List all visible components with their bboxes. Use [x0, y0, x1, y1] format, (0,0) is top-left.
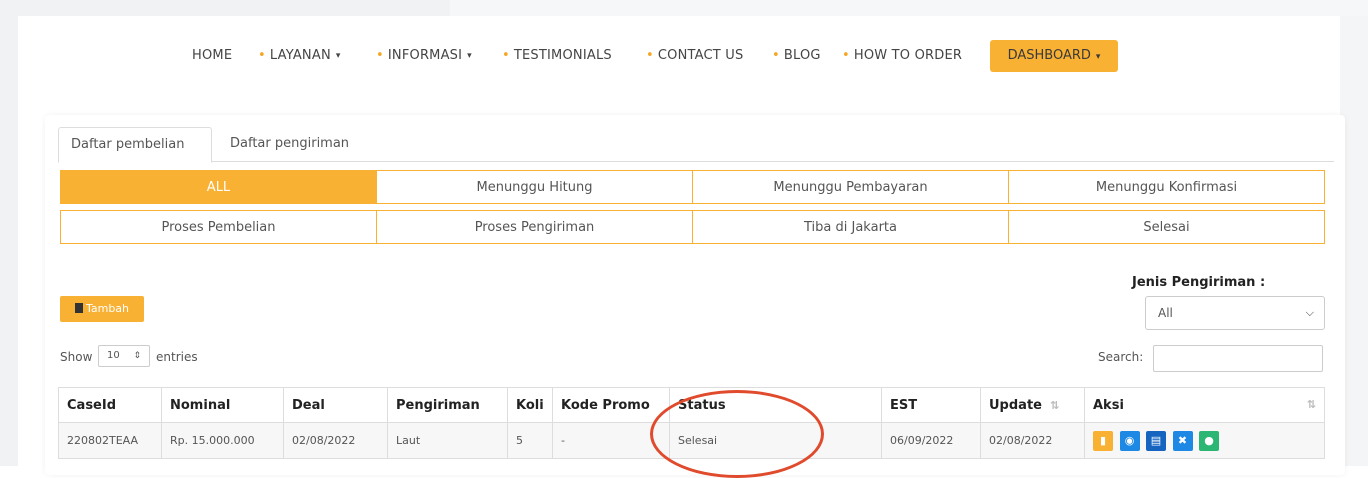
filter-tiba-di-jakarta[interactable]: Tiba di Jakarta: [692, 210, 1009, 244]
top-band-light: [450, 0, 1368, 16]
nav-blog[interactable]: • BLOG: [772, 48, 821, 63]
tambah-button[interactable]: Tambah: [60, 296, 144, 322]
edit-button[interactable]: ✖: [1172, 430, 1193, 451]
col-caseid[interactable]: CaseId: [58, 387, 162, 423]
filter-proses-pembelian-label: Proses Pembelian: [161, 220, 276, 235]
filter-menunggu-hitung[interactable]: Menunggu Hitung: [376, 170, 693, 204]
filter-selesai[interactable]: Selesai: [1008, 210, 1325, 244]
col-update-label: Update: [989, 397, 1042, 413]
nav-blog-label: BLOG: [783, 48, 821, 63]
filter-all[interactable]: ALL: [60, 170, 377, 204]
cell-nominal: Rp. 15.000.000: [161, 422, 284, 459]
filter-selesai-label: Selesai: [1143, 220, 1190, 235]
cell-est: 06/09/2022: [881, 422, 981, 459]
filter-menunggu-hitung-label: Menunggu Hitung: [476, 180, 593, 195]
updown-arrow-icon: ⇕: [133, 351, 141, 361]
col-pengiriman[interactable]: Pengiriman: [387, 387, 508, 423]
nav-testimonials-label: TESTIMONIALS: [513, 48, 612, 63]
bullet-icon: •: [502, 48, 510, 63]
tab-divider: [58, 161, 1334, 162]
filter-menunggu-konfirmasi-label: Menunggu Konfirmasi: [1095, 180, 1238, 195]
chat-icon: ●: [1204, 433, 1214, 447]
cell-caseid: 220802TEAA: [58, 422, 162, 459]
nav-testimonials[interactable]: • TESTIMONIALS: [502, 48, 612, 63]
nav-how-to-order-label: HOW TO ORDER: [853, 48, 963, 63]
nav-how-to-order[interactable]: • HOW TO ORDER: [842, 48, 962, 63]
filter-menunggu-pembayaran-label: Menunggu Pembayaran: [773, 180, 928, 195]
detail-button[interactable]: ▤: [1146, 430, 1166, 451]
nav-informasi-label: INFORMASI: [387, 48, 463, 63]
filter-menunggu-pembayaran[interactable]: Menunggu Pembayaran: [692, 170, 1009, 204]
document-icon: ▮: [1099, 433, 1107, 447]
invoice-button[interactable]: ▮: [1093, 430, 1113, 451]
nav-contact[interactable]: • CONTACT US: [646, 48, 743, 63]
entries-label: entries: [156, 350, 198, 364]
tab-daftar-pengiriman-label: Daftar pengiriman: [230, 136, 350, 151]
annotation-circle: [650, 390, 824, 478]
bullet-icon: •: [842, 48, 850, 63]
cell-pengiriman: Laut: [387, 422, 508, 459]
search-input[interactable]: [1153, 345, 1323, 372]
cell-koli: 5: [507, 422, 553, 459]
filter-proses-pengiriman[interactable]: Proses Pengiriman: [376, 210, 693, 244]
col-aksi[interactable]: Aksi ⇅: [1084, 387, 1325, 423]
filter-menunggu-konfirmasi[interactable]: Menunggu Konfirmasi: [1008, 170, 1325, 204]
filter-all-label: ALL: [206, 180, 231, 195]
tambah-label: Tambah: [85, 302, 130, 315]
caret-down-icon: ▾: [1095, 52, 1101, 62]
entries-value: 10: [107, 350, 120, 361]
tab-daftar-pembelian-label: Daftar pembelian: [71, 137, 185, 152]
nav-home-label: HOME: [192, 48, 233, 63]
jenis-pengiriman-select[interactable]: All ⌵: [1145, 296, 1325, 330]
nav-informasi[interactable]: • INFORMASI ▾: [376, 48, 472, 63]
sort-icon: ⇅: [1049, 398, 1060, 412]
col-koli[interactable]: Koli: [507, 387, 553, 423]
tracking-button[interactable]: ◉: [1119, 430, 1140, 451]
sort-icon: ⇅: [1306, 397, 1316, 411]
col-update[interactable]: Update ⇅: [980, 387, 1085, 423]
cell-update: 02/08/2022: [980, 422, 1085, 459]
col-est[interactable]: EST: [881, 387, 981, 423]
wrench-icon: ✖: [1177, 433, 1188, 447]
file-icon: [74, 303, 83, 313]
chevron-down-icon: ⌵: [1305, 306, 1314, 319]
entries-select[interactable]: 10 ⇕: [98, 345, 150, 367]
col-aksi-label: Aksi: [1093, 397, 1124, 413]
jenis-pengiriman-value: All: [1158, 306, 1173, 320]
filter-proses-pembelian[interactable]: Proses Pembelian: [60, 210, 377, 244]
caret-down-icon: ▾: [467, 51, 472, 61]
main-navbar: HOME • LAYANAN ▾ • INFORMASI ▾ • TESTIMONIALS…: [0, 40, 1368, 80]
jenis-pengiriman-label: Jenis Pengiriman :: [1132, 275, 1266, 290]
tab-daftar-pembelian[interactable]: Daftar pembelian: [58, 127, 212, 163]
tab-daftar-pengiriman[interactable]: Daftar pengiriman: [218, 127, 361, 161]
chat-button[interactable]: ●: [1199, 430, 1219, 451]
nav-dashboard-label: DASHBOARD: [1007, 48, 1091, 63]
nav-layanan-label: LAYANAN: [269, 48, 331, 63]
caret-down-icon: ▾: [335, 51, 341, 61]
nav-home[interactable]: HOME: [192, 48, 232, 63]
search-label: Search:: [1098, 350, 1144, 364]
filter-tiba-di-jakarta-label: Tiba di Jakarta: [804, 220, 897, 235]
bullet-icon: •: [376, 48, 384, 63]
col-kode-promo[interactable]: Kode Promo: [552, 387, 670, 423]
clipboard-icon: ▤: [1150, 433, 1162, 447]
nav-contact-label: CONTACT US: [657, 48, 744, 63]
nav-dashboard-button[interactable]: DASHBOARD ▾: [990, 40, 1118, 72]
bullet-icon: •: [646, 48, 654, 63]
bullet-icon: •: [772, 48, 780, 63]
show-label: Show: [60, 350, 93, 364]
filter-proses-pengiriman-label: Proses Pengiriman: [474, 220, 595, 235]
map-pin-icon: ◉: [1124, 433, 1135, 447]
cell-aksi: ▮ ◉ ▤ ✖ ●: [1084, 422, 1325, 459]
nav-layanan[interactable]: • LAYANAN ▾: [258, 48, 341, 63]
col-deal[interactable]: Deal: [283, 387, 388, 423]
col-nominal[interactable]: Nominal: [161, 387, 284, 423]
bullet-icon: •: [258, 48, 266, 63]
cell-deal: 02/08/2022: [283, 422, 388, 459]
